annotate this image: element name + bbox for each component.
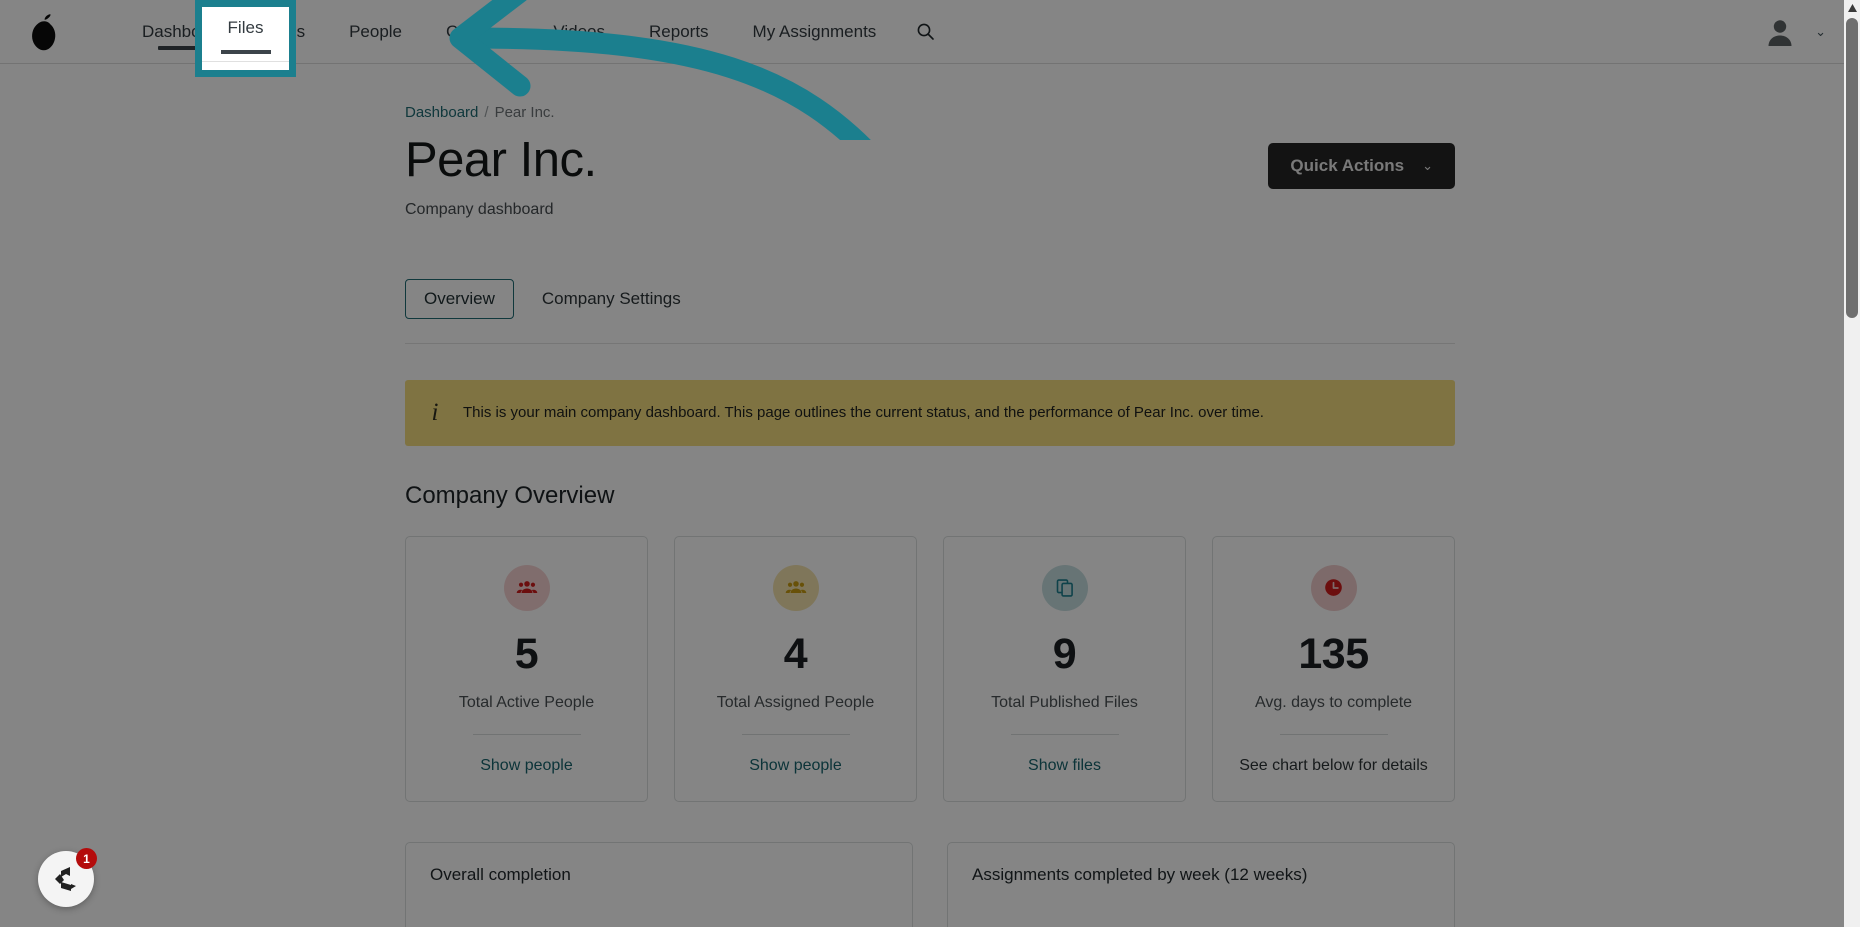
stat-card-value: 5 xyxy=(514,629,539,678)
nav-item-label: My Assignments xyxy=(752,21,877,41)
stat-cards-grid: 5 Total Active People Show people 4 Tota… xyxy=(405,535,1455,802)
stat-card-note: See chart below for details xyxy=(1239,756,1428,774)
stat-card-total-active-people: 5 Total Active People Show people xyxy=(405,535,648,802)
stat-card-value: 9 xyxy=(1052,629,1077,678)
highlight-label: Files xyxy=(227,17,264,37)
page-header-row: Pear Inc. Company dashboard Quick Action… xyxy=(405,133,1455,219)
stat-card-avg-days-to-complete: 135 Avg. days to complete See chart belo… xyxy=(1212,535,1455,802)
chevron-down-icon[interactable]: ⌄ xyxy=(1815,24,1826,40)
scrollbar-thumb[interactable] xyxy=(1846,18,1858,318)
content-container: Dashboard / Pear Inc. Pear Inc. Company da… xyxy=(405,64,1455,927)
page-title: Pear Inc. xyxy=(405,133,597,187)
nav-item-label: Videos xyxy=(553,21,606,41)
nav-item-label: Reports xyxy=(649,21,709,41)
people-group-icon xyxy=(772,564,819,611)
copy-files-icon xyxy=(1041,564,1088,611)
stat-card-value: 4 xyxy=(783,629,808,678)
stat-card-link[interactable]: Show people xyxy=(749,757,842,775)
nav-item-reports[interactable]: Reports xyxy=(627,0,731,64)
nav-item-label: People xyxy=(349,21,403,41)
info-banner-text: This is your main company dashboard. Thi… xyxy=(463,404,1264,422)
user-avatar-icon[interactable] xyxy=(1763,15,1797,49)
divider xyxy=(472,733,581,735)
stat-card-label: Avg. days to complete xyxy=(1254,693,1413,711)
chat-logo-icon xyxy=(55,867,76,891)
nav-item-videos[interactable]: Videos xyxy=(531,0,627,64)
stat-card-link[interactable]: Show files xyxy=(1028,757,1101,775)
panel-assignments-by-week: Assignments completed by week (12 weeks)… xyxy=(947,841,1455,927)
divider xyxy=(1279,733,1388,735)
breadcrumb-link-dashboard[interactable]: Dashboard xyxy=(405,104,478,121)
stat-card-label: Total Active People xyxy=(458,693,595,711)
stat-card-label: Total Published Files xyxy=(991,693,1138,711)
divider xyxy=(202,61,289,62)
stat-card-total-published-files: 9 Total Published Files Show files xyxy=(943,535,1186,802)
nav-item-courses[interactable]: Courses xyxy=(424,0,531,64)
divider xyxy=(741,733,850,735)
tab-overview[interactable]: Overview xyxy=(405,278,514,319)
chevron-down-icon: ⌄ xyxy=(1422,158,1433,173)
breadcrumb-current: Pear Inc. xyxy=(494,104,555,121)
vertical-scrollbar[interactable] xyxy=(1844,0,1860,927)
divider xyxy=(1010,733,1119,735)
section-title-company-overview: Company Overview xyxy=(405,481,615,509)
stat-card-label: Total Assigned People xyxy=(716,693,875,711)
app-page: Dashboard Files People Courses Videos Re… xyxy=(0,0,1860,927)
assignments-headline-value: 0 xyxy=(1188,919,1214,927)
quick-actions-button[interactable]: Quick Actions ⌄ xyxy=(1268,143,1455,189)
nav-item-label: Courses xyxy=(446,21,510,41)
scroll-up-arrow-icon[interactable] xyxy=(1844,0,1860,16)
charts-grid: Overall completion Assignments completed… xyxy=(405,841,1455,927)
info-icon: i xyxy=(431,398,439,426)
stat-card-value: 135 xyxy=(1298,629,1369,678)
chat-unread-badge: 1 xyxy=(76,848,97,869)
search-icon[interactable] xyxy=(898,0,953,64)
chat-widget-button[interactable]: 1 xyxy=(38,848,97,907)
breadcrumb-separator: / xyxy=(484,104,489,121)
stat-card-link[interactable]: Show people xyxy=(480,757,573,775)
info-banner: i This is your main company dashboard. T… xyxy=(405,379,1455,446)
people-group-icon xyxy=(503,564,550,611)
breadcrumb: Dashboard / Pear Inc. xyxy=(405,90,1455,121)
highlight-box-files-tab[interactable]: Files xyxy=(195,0,296,77)
panel-title: Assignments completed by week (12 weeks) xyxy=(972,864,1308,884)
highlight-underline xyxy=(220,49,271,54)
nav-item-people[interactable]: People xyxy=(327,0,424,64)
pear-logo-icon[interactable] xyxy=(14,0,74,64)
panel-title: Overall completion xyxy=(430,864,571,884)
panel-overall-completion: Overall completion xyxy=(405,841,913,927)
page-subtitle: Company dashboard xyxy=(405,200,554,218)
clock-icon xyxy=(1310,564,1357,611)
page-content: Dashboard / Pear Inc. Pear Inc. Company da… xyxy=(0,64,1860,927)
overall-completion-gauge xyxy=(534,921,784,927)
stat-card-total-assigned-people: 4 Total Assigned People Show people xyxy=(674,535,917,802)
nav-item-my-assignments[interactable]: My Assignments xyxy=(731,0,899,64)
quick-actions-label: Quick Actions xyxy=(1290,156,1405,175)
tab-bar: Overview Company Settings xyxy=(405,278,1455,344)
page-header-left: Pear Inc. Company dashboard xyxy=(405,133,597,219)
tab-company-settings[interactable]: Company Settings xyxy=(524,280,699,318)
